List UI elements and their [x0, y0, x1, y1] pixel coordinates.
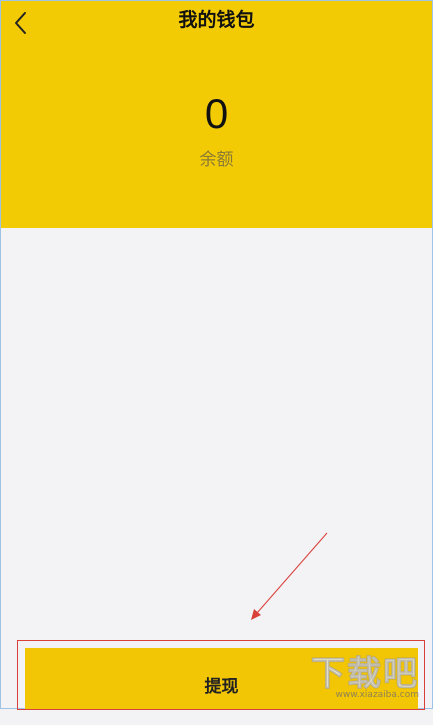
withdraw-button[interactable]: 提现	[25, 648, 418, 709]
wallet-header: 我的钱包 0 余额	[1, 1, 432, 228]
balance-amount: 0	[204, 90, 229, 137]
app-screen: 我的钱包 0 余额	[0, 0, 433, 709]
balance-label: 余额	[199, 150, 234, 170]
content-area	[1, 228, 432, 638]
page-title: 我的钱包	[178, 9, 255, 31]
